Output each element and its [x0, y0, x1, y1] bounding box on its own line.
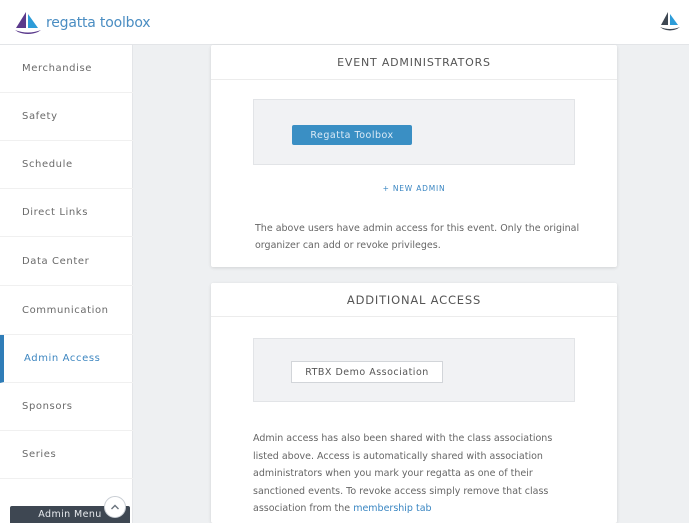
sidebar-item-label: Sponsors	[22, 401, 73, 412]
sidebar-item-label: Data Center	[22, 256, 90, 267]
sidebar-item-sponsors[interactable]: Sponsors	[0, 383, 133, 431]
chevron-up-icon	[111, 504, 119, 510]
additional-access-description: Admin access has also been shared with t…	[253, 430, 573, 518]
sidebar-item-label: Communication	[22, 305, 109, 316]
additional-access-text: Admin access has also been shared with t…	[253, 433, 553, 514]
admin-users-list: Regatta Toolbox	[253, 99, 575, 165]
sidebar-item-data-center[interactable]: Data Center	[0, 238, 133, 286]
association-chip[interactable]: RTBX Demo Association	[291, 361, 443, 383]
admin-menu-label: Admin Menu	[38, 509, 102, 520]
associations-list: RTBX Demo Association	[253, 338, 575, 402]
sidebar-item-communication[interactable]: Communication	[0, 287, 133, 335]
membership-tab-link[interactable]: membership tab	[353, 503, 431, 514]
sidebar: Merchandise Safety Schedule Direct Links…	[0, 45, 133, 523]
additional-access-card: ADDITIONAL ACCESS RTBX Demo Association …	[211, 283, 617, 523]
admin-menu-toggle[interactable]	[104, 496, 126, 518]
sidebar-item-label: Direct Links	[22, 207, 89, 218]
admin-access-description: The above users have admin access for th…	[255, 223, 580, 251]
additional-access-title: ADDITIONAL ACCESS	[211, 283, 617, 317]
sidebar-item-label: Series	[22, 449, 57, 460]
new-admin-link[interactable]: + NEW ADMIN	[211, 184, 617, 193]
sidebar-item-admin-access[interactable]: Admin Access	[0, 335, 133, 383]
sidebar-item-label: Schedule	[22, 159, 73, 170]
logo-text: regatta toolbox	[46, 15, 151, 31]
app-logo[interactable]: regatta toolbox	[14, 9, 151, 37]
sidebar-item-merchandise[interactable]: Merchandise	[0, 45, 133, 93]
sidebar-item-label: Admin Access	[24, 353, 101, 364]
sailboat-logo-icon	[15, 12, 41, 34]
sidebar-item-series[interactable]: Series	[0, 431, 133, 479]
sidebar-item-label: Safety	[22, 111, 58, 122]
sidebar-item-safety[interactable]: Safety	[0, 93, 133, 141]
sailboat-icon[interactable]	[659, 10, 681, 32]
event-administrators-card: EVENT ADMINISTRATORS Regatta Toolbox + N…	[211, 45, 617, 267]
event-administrators-title: EVENT ADMINISTRATORS	[211, 45, 617, 80]
admin-user-chip[interactable]: Regatta Toolbox	[292, 125, 412, 145]
sidebar-item-label: Merchandise	[22, 63, 93, 74]
top-bar: regatta toolbox	[0, 0, 689, 45]
sidebar-item-schedule[interactable]: Schedule	[0, 141, 133, 189]
sidebar-item-direct-links[interactable]: Direct Links	[0, 189, 133, 237]
